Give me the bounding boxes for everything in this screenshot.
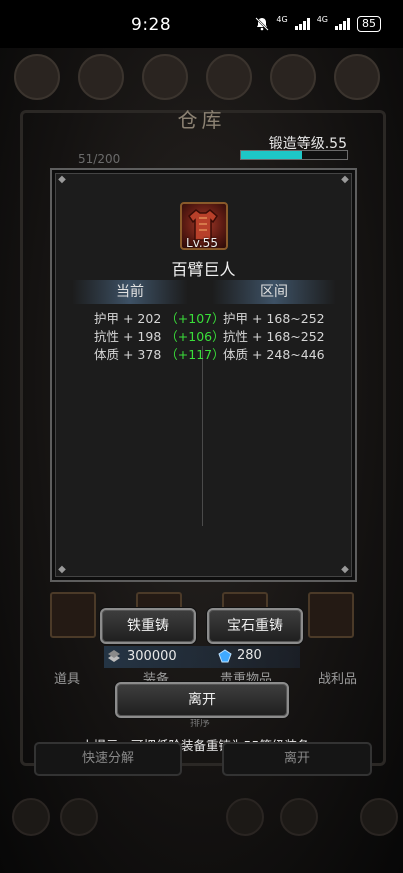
toolbar-icon: [360, 798, 398, 836]
corner-ornament: ◆: [58, 174, 66, 185]
toolbar-icon: [60, 798, 98, 836]
tab-loot[interactable]: 战利品: [318, 668, 357, 687]
menu-icon: [142, 54, 188, 100]
capacity-count: 51/200: [78, 152, 121, 166]
status-bar: 9:28 4G 4G 85: [0, 0, 403, 48]
warehouse-title: 仓库: [177, 108, 226, 132]
clock: 9:28: [131, 15, 172, 35]
menu-icon: [14, 54, 60, 100]
forge-progress-fill: [241, 151, 303, 159]
column-divider: [202, 346, 203, 526]
tab-items[interactable]: 道具: [54, 668, 80, 687]
gem-icon: [218, 648, 232, 662]
bell-muted-icon: [255, 17, 270, 31]
column-header-current: 当前: [72, 280, 188, 304]
range-stat-armor: 护甲 + 168~252: [223, 311, 325, 326]
toolbar-icon: [12, 798, 50, 836]
iron-amount: 300000: [127, 648, 177, 664]
iron-reforge-button[interactable]: 铁重铸: [100, 608, 196, 644]
leave-button[interactable]: 离开: [115, 682, 289, 718]
corner-ornament: ◆: [341, 174, 349, 185]
toolbar-icon: [226, 798, 264, 836]
inventory-item: [308, 592, 354, 638]
item-level: Lv.55: [186, 236, 218, 250]
toolbar-icon: [280, 798, 318, 836]
item-name: 百臂巨人: [171, 260, 236, 279]
menu-icon: [206, 54, 252, 100]
network-type-b: 4G: [316, 15, 328, 24]
gem-reforge-button[interactable]: 宝石重铸: [207, 608, 303, 644]
current-stat-vitality: 体质 + 378 （+117）: [94, 347, 225, 362]
menu-icon: [270, 54, 316, 100]
current-stat-resist: 抗性 + 198 （+106）: [94, 329, 225, 344]
signal-icon: [335, 18, 350, 30]
menu-icon: [78, 54, 124, 100]
forge-progress-bar: [240, 150, 348, 160]
status-icons: 4G 4G 85: [255, 16, 381, 32]
range-stat-resist: 抗性 + 168~252: [223, 329, 325, 344]
reforge-dialog: ◆ ◆ ◆ ◆ Lv.55 百臂巨人 当前 区间 护甲 + 202 （+107）…: [50, 168, 357, 582]
menu-icon: [334, 54, 380, 100]
top-menu-icons: [14, 54, 380, 100]
iron-ingot-icon: [108, 650, 120, 662]
corner-ornament: ◆: [341, 564, 349, 575]
gem-currency: 280: [218, 648, 262, 663]
signal-icon: [294, 18, 310, 30]
inventory-item: [50, 592, 96, 638]
current-stat-armor: 护甲 + 202 （+107）: [94, 311, 225, 326]
quick-decompose-button[interactable]: 快速分解: [34, 742, 182, 776]
gem-amount: 280: [237, 648, 262, 663]
range-stat-vitality: 体质 + 248~446: [223, 347, 325, 362]
iron-currency: 300000: [106, 648, 177, 664]
corner-ornament: ◆: [58, 564, 66, 575]
network-type-a: 4G: [276, 15, 288, 24]
background-leave-button[interactable]: 离开: [222, 742, 372, 776]
bottom-toolbar: [0, 790, 403, 850]
column-header-range: 区间: [212, 280, 336, 304]
battery-indicator: 85: [357, 16, 381, 32]
